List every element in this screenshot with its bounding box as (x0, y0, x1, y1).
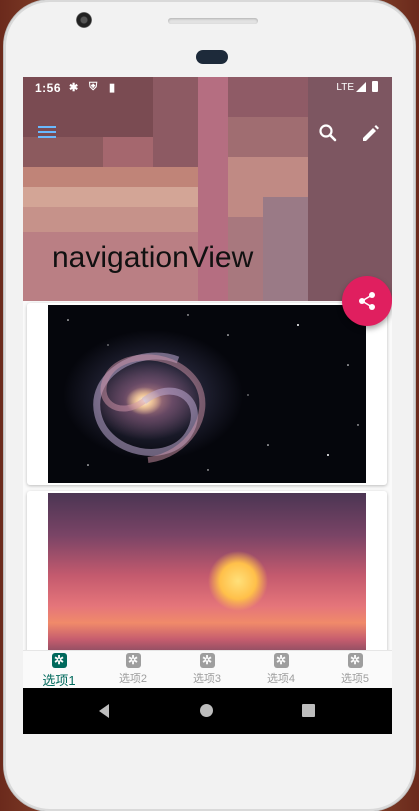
system-navigation-bar (23, 688, 392, 734)
gear-icon: ✲ (125, 653, 141, 668)
settings-icon: ✱ (69, 82, 79, 94)
menu-icon[interactable] (35, 119, 63, 147)
bottom-nav-label: 选项4 (266, 673, 296, 685)
app-screen: 1:56 ✱ ⛨ ▮ LTE navigationView ✲ 选项1 ✲ 选项… (23, 77, 392, 734)
share-icon (359, 292, 375, 310)
bottom-navigation: ✲ 选项1 ✲ 选项2 ✲ 选项3 ✲ 选项4 ✲ 选项5 (23, 650, 392, 689)
gear-icon: ✲ (51, 653, 67, 668)
bottom-nav-item-5[interactable]: ✲ 选项5 (325, 653, 385, 686)
shield-icon: ⛨ (89, 81, 98, 93)
search-icon[interactable] (314, 119, 342, 147)
battery-icon (372, 81, 378, 92)
status-time: 1:56 (35, 81, 62, 95)
edit-icon[interactable] (357, 119, 385, 147)
top-bezel-slot (168, 18, 258, 24)
bottom-nav-label: 选项1 (42, 673, 76, 688)
bottom-nav-label: 选项2 (118, 673, 148, 685)
bottom-nav-label: 选项3 (192, 673, 222, 685)
home-button[interactable] (200, 704, 213, 717)
share-fab-button[interactable] (342, 276, 392, 326)
galaxy-image (48, 305, 366, 483)
header-title: navigationView (52, 241, 254, 274)
bottom-nav-item-3[interactable]: ✲ 选项3 (177, 653, 237, 686)
bottom-nav-item-1[interactable]: ✲ 选项1 (29, 653, 89, 689)
image-card[interactable] (27, 303, 387, 485)
earpiece-speaker (196, 50, 228, 64)
recents-button[interactable] (302, 704, 315, 717)
sd-card-icon: ▮ (109, 82, 116, 94)
signal-icon (356, 82, 366, 92)
network-type: LTE (336, 82, 354, 93)
gear-icon: ✲ (273, 653, 289, 668)
collapsing-header: 1:56 ✱ ⛨ ▮ LTE navigationView (23, 77, 392, 301)
front-camera (76, 12, 92, 28)
back-button[interactable] (99, 704, 109, 718)
bottom-nav-label: 选项5 (340, 673, 370, 685)
gear-icon: ✲ (347, 653, 363, 668)
status-bar: 1:56 ✱ ⛨ ▮ LTE (23, 77, 392, 99)
bottom-nav-item-2[interactable]: ✲ 选项2 (103, 653, 163, 686)
gear-icon: ✲ (199, 653, 215, 668)
bottom-nav-item-4[interactable]: ✲ 选项4 (251, 653, 311, 686)
